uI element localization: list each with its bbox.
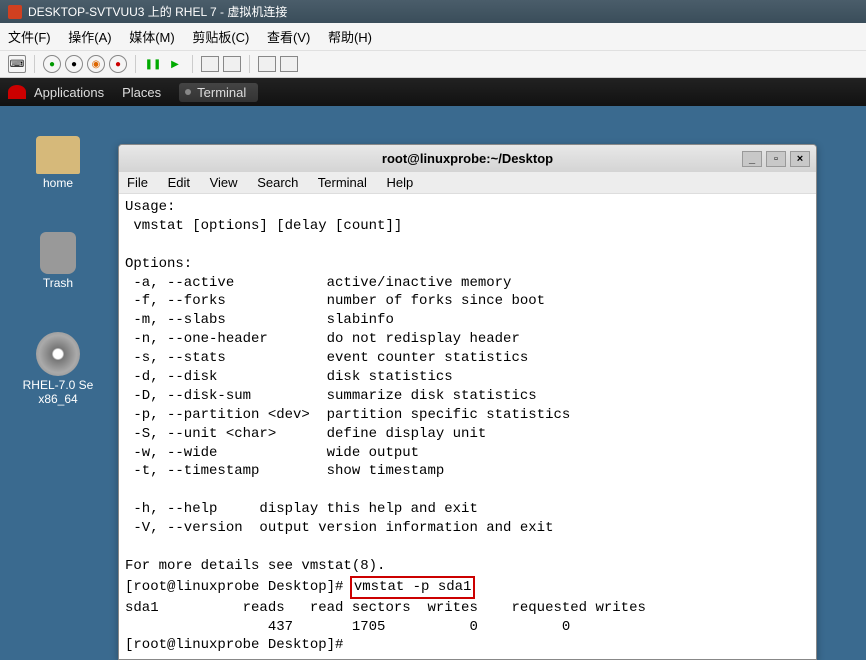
term-line: -S, --unit <char> define display unit <box>125 426 486 442</box>
terminal-title: root@linuxprobe:~/Desktop <box>382 151 553 166</box>
term-menu-edit[interactable]: Edit <box>168 175 190 190</box>
terminal-window: root@linuxprobe:~/Desktop _ ▫ × File Edi… <box>118 144 817 660</box>
applications-menu[interactable]: Applications <box>34 85 104 100</box>
term-line: -s, --stats event counter statistics <box>125 350 528 366</box>
term-menu-help[interactable]: Help <box>387 175 414 190</box>
disc-label-1: RHEL-7.0 Se <box>18 378 98 392</box>
term-line: Usage: <box>125 199 175 215</box>
term-menu-view[interactable]: View <box>210 175 238 190</box>
term-line: -p, --partition <dev> partition specific… <box>125 407 570 423</box>
toolbar-separator <box>249 55 250 73</box>
checkpoint-button[interactable] <box>201 56 219 72</box>
revert-button[interactable] <box>223 56 241 72</box>
reset-button[interactable]: ▶ <box>166 55 184 73</box>
terminal-body[interactable]: Usage: vmstat [options] [delay [count]] … <box>119 194 816 659</box>
term-line: vmstat [options] [delay [count]] <box>125 218 402 234</box>
terminal-titlebar[interactable]: root@linuxprobe:~/Desktop _ ▫ × <box>119 145 816 172</box>
share-button[interactable] <box>280 56 298 72</box>
shutdown-button[interactable]: ◉ <box>87 55 105 73</box>
term-line: -f, --forks number of forks since boot <box>125 293 545 309</box>
toolbar-separator <box>135 55 136 73</box>
term-line: For more details see vmstat(8). <box>125 558 385 574</box>
home-label: home <box>18 176 98 190</box>
host-menu-file[interactable]: 文件(F) <box>8 30 51 45</box>
term-prompt: [root@linuxprobe Desktop]# <box>125 579 352 595</box>
host-menu-help[interactable]: 帮助(H) <box>328 30 372 45</box>
term-line: 437 1705 0 0 <box>125 619 570 635</box>
disc-desktop-icon[interactable]: RHEL-7.0 Se x86_64 <box>18 332 98 406</box>
close-button[interactable]: × <box>790 151 810 167</box>
host-menu-clipboard[interactable]: 剪贴板(C) <box>192 30 249 45</box>
terminal-task-icon <box>185 89 191 95</box>
turnoff-button[interactable]: ● <box>65 55 83 73</box>
trash-desktop-icon[interactable]: Trash <box>18 232 98 290</box>
save-button[interactable]: ● <box>109 55 127 73</box>
trash-label: Trash <box>18 276 98 290</box>
terminal-taskbar-item[interactable]: Terminal <box>179 83 258 102</box>
minimize-button[interactable]: _ <box>742 151 762 167</box>
highlighted-command: vmstat -p sda1 <box>350 576 476 599</box>
redhat-icon <box>8 85 26 99</box>
folder-icon <box>36 136 80 174</box>
trash-icon <box>40 232 76 274</box>
host-toolbar: ⌨ ● ● ◉ ● ❚❚ ▶ <box>0 50 866 77</box>
term-prompt: [root@linuxprobe Desktop]# <box>125 637 352 653</box>
term-line: sda1 reads read sectors writes requested… <box>125 600 646 616</box>
term-line: Options: <box>125 256 192 272</box>
term-line: -t, --timestamp show timestamp <box>125 463 444 479</box>
desktop-area: home Trash RHEL-7.0 Se x86_64 root@linux… <box>0 106 866 630</box>
home-desktop-icon[interactable]: home <box>18 136 98 190</box>
host-menu-view[interactable]: 查看(V) <box>267 30 310 45</box>
toolbar-separator <box>34 55 35 73</box>
ctrl-alt-del-button[interactable]: ⌨ <box>8 55 26 73</box>
term-line: -w, --wide wide output <box>125 445 419 461</box>
term-line: -a, --active active/inactive memory <box>125 275 511 291</box>
term-menu-search[interactable]: Search <box>257 175 298 190</box>
terminal-task-label: Terminal <box>197 85 246 100</box>
maximize-button[interactable]: ▫ <box>766 151 786 167</box>
host-menu-bar: 文件(F) 操作(A) 媒体(M) 剪贴板(C) 查看(V) 帮助(H) <box>0 23 866 50</box>
term-menu-terminal[interactable]: Terminal <box>318 175 367 190</box>
gnome-top-panel: Applications Places Terminal <box>0 78 866 106</box>
places-menu[interactable]: Places <box>122 85 161 100</box>
host-menu-action[interactable]: 操作(A) <box>68 30 111 45</box>
toolbar-separator <box>192 55 193 73</box>
term-line: -D, --disk-sum summarize disk statistics <box>125 388 537 404</box>
start-button[interactable]: ● <box>43 55 61 73</box>
host-title-bar: DESKTOP-SVTVUU3 上的 RHEL 7 - 虚拟机连接 <box>0 0 866 23</box>
term-line: -V, --version output version information… <box>125 520 553 536</box>
terminal-menu-bar: File Edit View Search Terminal Help <box>119 172 816 194</box>
host-menu-media[interactable]: 媒体(M) <box>129 30 175 45</box>
term-line: -d, --disk disk statistics <box>125 369 453 385</box>
term-line: -n, --one-header do not redisplay header <box>125 331 520 347</box>
term-menu-file[interactable]: File <box>127 175 148 190</box>
disc-icon <box>36 332 80 376</box>
disc-label-2: x86_64 <box>18 392 98 406</box>
pause-button[interactable]: ❚❚ <box>144 55 162 73</box>
host-window-title: DESKTOP-SVTVUU3 上的 RHEL 7 - 虚拟机连接 <box>28 3 287 20</box>
term-line: -m, --slabs slabinfo <box>125 312 394 328</box>
term-line: -h, --help display this help and exit <box>125 501 478 517</box>
enhanced-button[interactable] <box>258 56 276 72</box>
hyperv-icon <box>8 5 22 19</box>
